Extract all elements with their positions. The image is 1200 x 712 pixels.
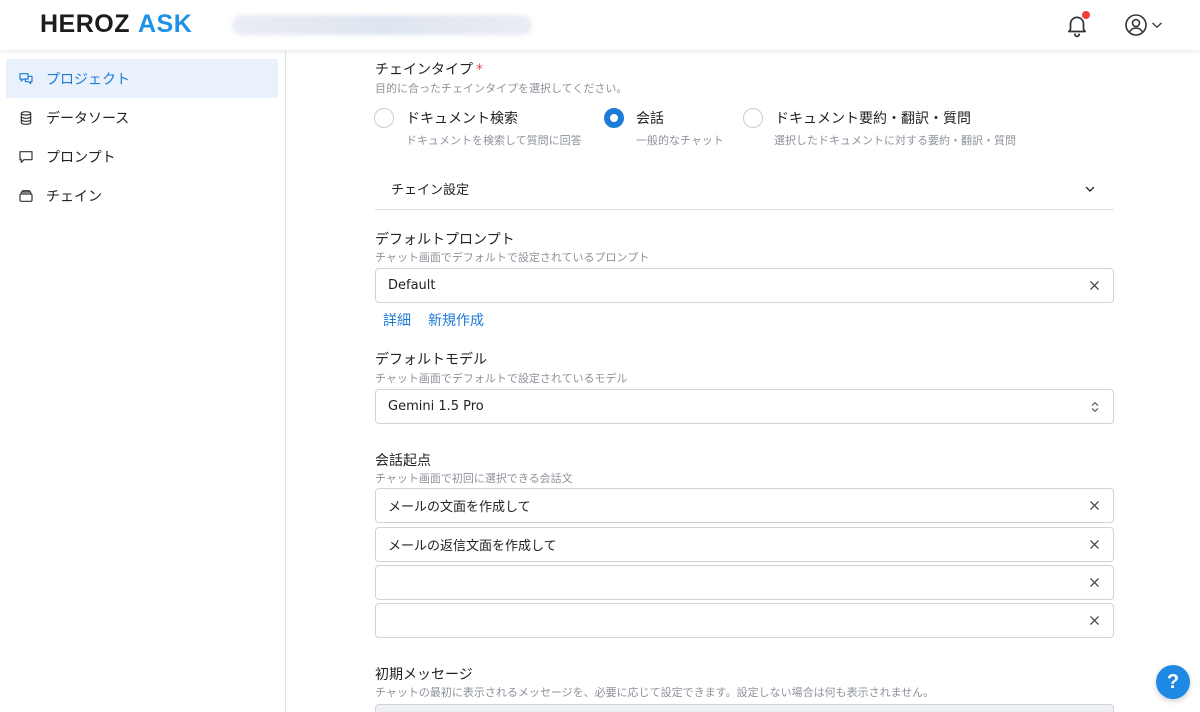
prompt-create-new-link[interactable]: 新規作成 bbox=[428, 310, 484, 330]
chain-type-label-text: チェインタイプ bbox=[375, 62, 473, 78]
radio-description: 選択したドキュメントに対する要約・翻訳・質問 bbox=[774, 134, 1016, 147]
sidebar-item-data-sources[interactable]: データソース bbox=[6, 98, 278, 137]
default-prompt-select[interactable]: Default bbox=[375, 268, 1114, 303]
radio-description: ドキュメントを検索して質問に回答 bbox=[406, 134, 582, 147]
radio-description: 一般的なチャット bbox=[636, 134, 724, 147]
chevron-down-icon bbox=[1152, 22, 1162, 28]
initial-message-textarea[interactable] bbox=[375, 704, 1114, 712]
conversation-starters-label: 会話起点 bbox=[375, 453, 431, 469]
sidebar-item-prompts[interactable]: プロンプト bbox=[6, 137, 278, 176]
default-model-value: Gemini 1.5 Pro bbox=[388, 399, 484, 414]
logo-primary: HEROZ bbox=[40, 9, 130, 38]
radio-label: ドキュメント要約・翻訳・質問 bbox=[775, 111, 971, 127]
conversation-starter-input[interactable]: メールの返信文面を作成して bbox=[375, 527, 1114, 562]
radio-document-search[interactable]: ドキュメント検索 bbox=[374, 108, 518, 128]
sidebar: プロジェクト データソース プロンプト チェイン bbox=[0, 50, 286, 712]
clear-icon[interactable] bbox=[1087, 576, 1101, 590]
clear-icon[interactable] bbox=[1087, 279, 1101, 293]
initial-message-description: チャットの最初に表示されるメッセージを、必要に応じて設定できます。設定しない場合… bbox=[375, 686, 935, 699]
initial-message-label: 初期メッセージ bbox=[375, 667, 473, 683]
sidebar-item-label: データソース bbox=[46, 110, 130, 127]
radio-label: ドキュメント検索 bbox=[406, 111, 518, 127]
default-prompt-description: チャット画面でデフォルトで設定されているプロンプト bbox=[375, 251, 650, 264]
prompt-detail-link[interactable]: 詳細 bbox=[383, 310, 411, 330]
conversation-starters-description: チャット画面で初回に選択できる会話文 bbox=[375, 472, 573, 485]
conversation-starter-value: メールの文面を作成して bbox=[388, 500, 531, 515]
chain-type-description: 目的に合ったチェインタイプを選択してください。 bbox=[375, 82, 628, 95]
heroz-ask-logo[interactable]: HEROZ ASK bbox=[40, 10, 192, 38]
user-circle-icon bbox=[1125, 14, 1147, 36]
sidebar-item-label: プロンプト bbox=[46, 149, 116, 166]
conversation-starter-input[interactable] bbox=[375, 565, 1114, 600]
default-model-select[interactable]: Gemini 1.5 Pro bbox=[375, 389, 1114, 424]
chevron-down-icon bbox=[1085, 186, 1095, 192]
account-menu-button[interactable] bbox=[1124, 12, 1168, 38]
clear-icon[interactable] bbox=[1087, 499, 1101, 513]
sidebar-item-label: プロジェクト bbox=[46, 71, 130, 88]
clear-icon[interactable] bbox=[1087, 538, 1101, 552]
default-prompt-value: Default bbox=[388, 278, 436, 293]
database-icon bbox=[20, 110, 32, 125]
clear-icon[interactable] bbox=[1087, 614, 1101, 628]
chain-settings-label: チェイン設定 bbox=[391, 183, 470, 198]
default-model-label: デフォルトモデル bbox=[375, 352, 487, 368]
help-button[interactable]: ? bbox=[1156, 665, 1190, 699]
radio-button-checked[interactable] bbox=[604, 108, 624, 128]
radio-button[interactable] bbox=[743, 108, 763, 128]
required-mark: * bbox=[476, 62, 483, 78]
radio-conversation[interactable]: 会話 bbox=[604, 108, 664, 128]
default-prompt-label: デフォルトプロンプト bbox=[375, 232, 515, 248]
logo-secondary: ASK bbox=[138, 9, 193, 38]
conversation-starter-input[interactable] bbox=[375, 603, 1114, 638]
sidebar-item-chains[interactable]: チェイン bbox=[6, 176, 278, 215]
radio-label: 会話 bbox=[636, 111, 664, 127]
sidebar-item-projects[interactable]: プロジェクト bbox=[6, 59, 278, 98]
radio-document-summary[interactable]: ドキュメント要約・翻訳・質問 bbox=[743, 108, 971, 128]
notification-dot bbox=[1082, 11, 1090, 19]
sidebar-item-label: チェイン bbox=[46, 188, 102, 205]
chevron-up-down-icon bbox=[1091, 401, 1099, 412]
conversation-starter-value: メールの返信文面を作成して bbox=[388, 539, 557, 554]
chain-settings-accordion[interactable]: チェイン設定 bbox=[375, 168, 1114, 210]
chat-bubbles-icon bbox=[19, 72, 33, 84]
main-content: チェインタイプ * 目的に合ったチェインタイプを選択してください。 ドキュメント検… bbox=[287, 50, 1200, 712]
message-icon bbox=[19, 150, 33, 163]
default-model-description: チャット画面でデフォルトで設定されているモデル bbox=[375, 372, 628, 385]
chain-type-label: チェインタイプ * bbox=[375, 59, 483, 79]
notification-button[interactable] bbox=[1064, 11, 1090, 38]
stack-icon bbox=[19, 189, 33, 202]
blurred-organization-name bbox=[232, 15, 532, 35]
top-header: HEROZ ASK bbox=[0, 0, 1200, 50]
conversation-starter-input[interactable]: メールの文面を作成して bbox=[375, 488, 1114, 523]
radio-button[interactable] bbox=[374, 108, 394, 128]
